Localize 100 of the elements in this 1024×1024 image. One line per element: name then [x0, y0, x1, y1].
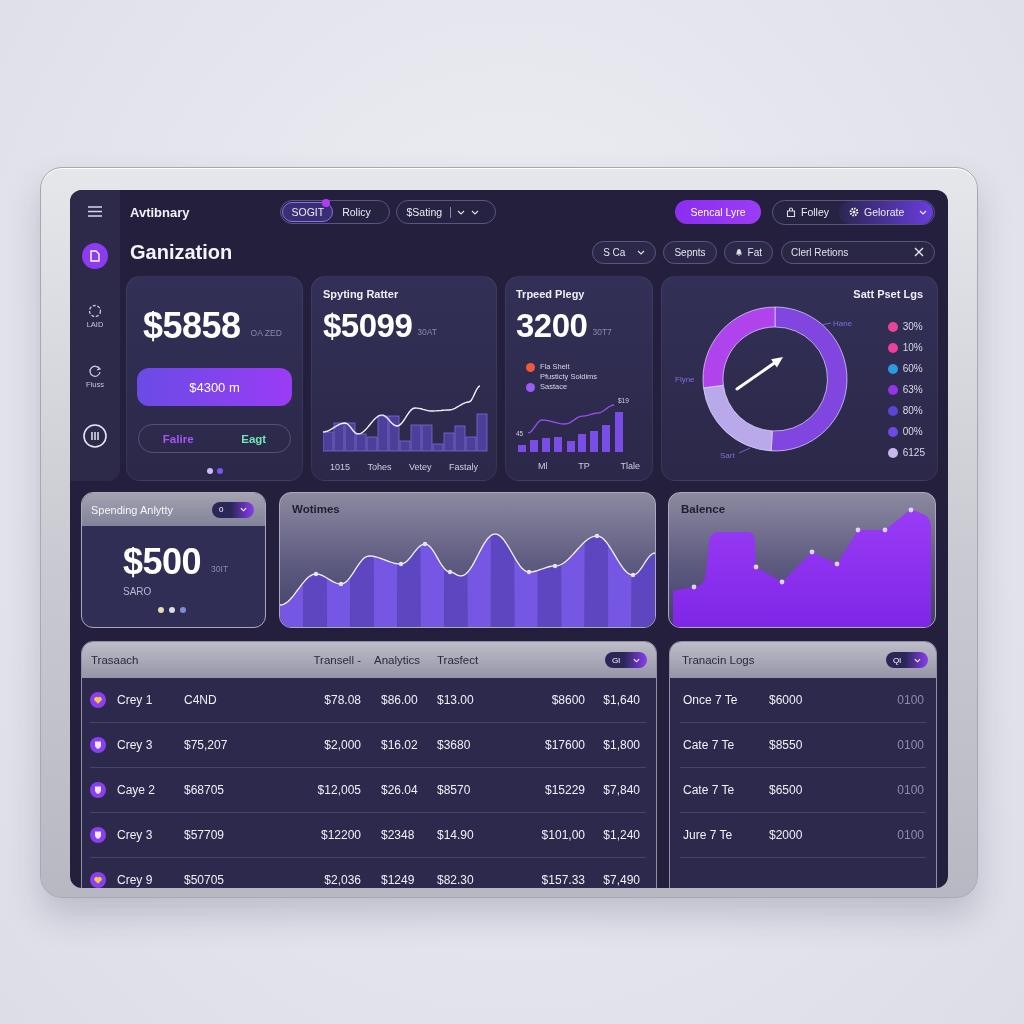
nav-item[interactable]	[80, 423, 110, 449]
table-cell: $8600	[551, 693, 585, 707]
menu-icon[interactable]	[88, 206, 102, 217]
chart-bar	[602, 425, 610, 452]
nav-item[interactable]	[82, 243, 108, 269]
ring-icon	[88, 303, 102, 318]
chart-bar	[542, 438, 550, 452]
table-cell: $86.00	[381, 693, 418, 707]
legend-value: 80%	[902, 405, 923, 416]
table-cell: Cate 7 Te	[683, 783, 735, 797]
chevron-down-icon	[633, 657, 640, 663]
bag-icon	[786, 207, 796, 217]
dropdown-selector[interactable]: Ql	[886, 652, 928, 668]
table-cell: Crey 3	[117, 828, 153, 842]
column-header: Trasfect	[437, 654, 479, 666]
table-cell: $3680	[437, 738, 471, 752]
table-cell: $12200	[320, 828, 361, 842]
table-cell: $26.04	[381, 783, 418, 797]
segment-tab[interactable]: SOGIT	[282, 202, 334, 222]
slice-label: Sart	[720, 451, 735, 460]
axis-label: Vetey	[408, 461, 432, 473]
axis-label: Fastaly	[448, 461, 478, 473]
chart-bar	[518, 445, 526, 452]
close-icon[interactable]	[914, 247, 924, 257]
table-cell: $57709	[184, 828, 225, 842]
segment-tab[interactable]: Rolicy	[333, 202, 380, 222]
table-cell: Crey 1	[117, 693, 153, 707]
slice-label: Hane	[833, 319, 853, 328]
data-point	[834, 561, 840, 567]
table-cell: $82.30	[437, 873, 474, 887]
filter-button[interactable]: Sepnts	[663, 240, 717, 264]
amount-value: 3200	[516, 308, 588, 344]
filter-button[interactable]: S Ca	[592, 240, 657, 264]
table-cell: $6000	[769, 693, 803, 707]
refresh-icon	[88, 363, 102, 378]
table-cell: $12,005	[317, 783, 361, 797]
table-cell: $1,640	[603, 693, 640, 707]
table-cell: Cate 7 Te	[683, 738, 735, 752]
data-point	[753, 564, 759, 570]
table-title: Tranacin Logs	[682, 654, 755, 666]
chart-bar	[326, 577, 351, 627]
dropdown-button[interactable]: $Sating	[396, 200, 497, 224]
axis-label: Tohes	[367, 461, 392, 473]
data-point	[855, 527, 861, 533]
table-cell: $17600	[544, 738, 585, 752]
data-point	[594, 533, 600, 539]
table-cell: Crey 3	[117, 738, 153, 752]
data-point	[691, 584, 697, 590]
card-title: Spyting Ratter	[323, 288, 399, 301]
pager-dot-icon[interactable]	[169, 607, 175, 613]
axis-label: 1015	[330, 461, 351, 473]
dropdown-selector[interactable]: 0	[212, 501, 254, 518]
chart-bar	[578, 434, 586, 452]
amount-value: $5099	[323, 308, 413, 344]
chart-bar	[567, 441, 575, 452]
data-point	[809, 549, 815, 555]
pager-dot-icon[interactable]	[180, 607, 186, 613]
chevron-down-icon	[914, 657, 921, 663]
chart-bar	[323, 431, 334, 452]
amount-button[interactable]: $4300 m	[137, 368, 292, 406]
search-field[interactable]: Clerl Retions	[781, 240, 935, 264]
table-cell: Caye 2	[117, 783, 156, 797]
card-title: Spending Anlytty	[91, 503, 173, 516]
legend-value: 60%	[902, 363, 923, 374]
primary-button[interactable]: Sencal Lyre	[675, 200, 761, 224]
account-tab[interactable]: Gelorate	[839, 200, 933, 224]
bars-icon	[83, 424, 107, 448]
table-cell: $2,000	[324, 738, 361, 752]
account-tab[interactable]: Folley	[774, 200, 839, 224]
table-cell: $2000	[769, 828, 803, 842]
column-header: Trasaach	[91, 654, 139, 666]
chevron-down-icon	[919, 209, 927, 215]
legend-value: 6125	[902, 447, 925, 458]
table-cell: $6500	[769, 783, 803, 797]
document-icon	[90, 250, 100, 262]
option-label[interactable]: Eagt	[241, 432, 267, 445]
slice-label: Flyne	[675, 375, 695, 384]
card-title: Satt Pset Lgs	[853, 288, 923, 301]
chart-bar	[303, 574, 327, 627]
chart-bar	[530, 440, 538, 452]
legend-value: 63%	[902, 384, 923, 395]
filter-button[interactable]: Fat	[723, 240, 773, 264]
data-point	[526, 569, 532, 575]
axis-label: TP	[578, 460, 590, 472]
chart-bar	[590, 431, 598, 452]
legend-value: 10%	[902, 342, 923, 353]
table-cell: $7,840	[603, 783, 640, 797]
pager-dot-icon[interactable]	[158, 607, 164, 613]
dropdown-selector[interactable]: Gl	[605, 652, 647, 668]
pager-dot-icon[interactable]	[216, 468, 223, 474]
amount-caption: SARO	[123, 586, 152, 597]
data-point	[630, 572, 636, 578]
leader-line	[738, 447, 751, 454]
pager-dot-icon[interactable]	[206, 468, 213, 474]
card-title: Trpeed Plegy	[516, 288, 585, 301]
data-point	[338, 581, 344, 587]
data-point	[447, 569, 453, 575]
chart-bar	[350, 556, 374, 627]
table-cell: $2348	[381, 828, 415, 842]
data-point	[398, 561, 404, 567]
